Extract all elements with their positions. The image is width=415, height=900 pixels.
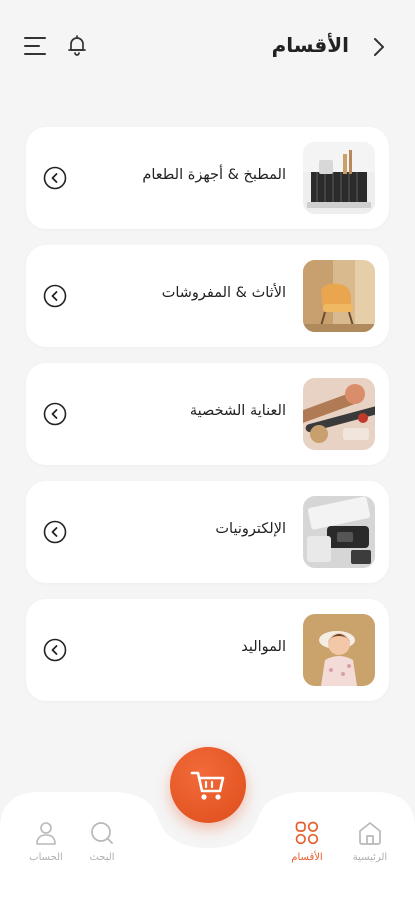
category-list: المطبخ & أجهزة الطعام الأثاث & المفروشات…: [26, 127, 389, 717]
category-label: العناية الشخصية: [189, 403, 286, 419]
home-icon: [359, 822, 381, 845]
category-label: الإلكترونيات: [215, 521, 286, 537]
category-image-babies: [303, 614, 375, 686]
chevron-right-icon[interactable]: [371, 36, 387, 58]
category-image-personal-care: [303, 378, 375, 450]
page-title: الأقسام: [271, 33, 349, 57]
nav-item-home[interactable]: الرئيسية: [340, 820, 400, 870]
circle-chevron-left-icon[interactable]: [43, 402, 67, 426]
cart-icon: [190, 771, 225, 800]
circle-chevron-left-icon[interactable]: [43, 638, 67, 662]
grid-icon: [295, 821, 319, 845]
circle-chevron-left-icon[interactable]: [43, 166, 67, 190]
category-label: المطبخ & أجهزة الطعام: [142, 167, 286, 183]
category-card-furniture[interactable]: الأثاث & المفروشات: [26, 245, 389, 347]
circle-chevron-left-icon[interactable]: [43, 520, 67, 544]
category-image-kitchen: [303, 142, 375, 214]
category-image-electronics: [303, 496, 375, 568]
category-card-kitchen[interactable]: المطبخ & أجهزة الطعام: [26, 127, 389, 229]
nav-label-search: البحث: [89, 852, 115, 863]
nav-label-home: الرئيسية: [352, 852, 388, 863]
cart-button[interactable]: [170, 747, 246, 823]
nav-item-account[interactable]: الحساب: [16, 820, 76, 870]
user-icon: [36, 822, 56, 845]
notification-bell-icon[interactable]: [64, 33, 90, 59]
nav-label-categories: الأقسام: [291, 852, 323, 863]
search-icon: [91, 822, 113, 844]
nav-label-account: الحساب: [29, 852, 63, 863]
app-screen: الأقسام المطبخ & أجهزة الطعام الأثاث & ا…: [0, 0, 415, 900]
category-image-furniture: [303, 260, 375, 332]
category-card-electronics[interactable]: الإلكترونيات: [26, 481, 389, 583]
category-card-babies[interactable]: المواليد: [26, 599, 389, 701]
header: الأقسام: [0, 0, 415, 95]
category-card-personal-care[interactable]: العناية الشخصية: [26, 363, 389, 465]
category-label: الأثاث & المفروشات: [161, 285, 286, 301]
nav-item-categories[interactable]: الأقسام: [277, 820, 337, 870]
category-label: المواليد: [241, 639, 286, 655]
circle-chevron-left-icon[interactable]: [43, 284, 67, 308]
menu-icon[interactable]: [24, 35, 48, 57]
nav-item-search[interactable]: البحث: [72, 820, 132, 870]
